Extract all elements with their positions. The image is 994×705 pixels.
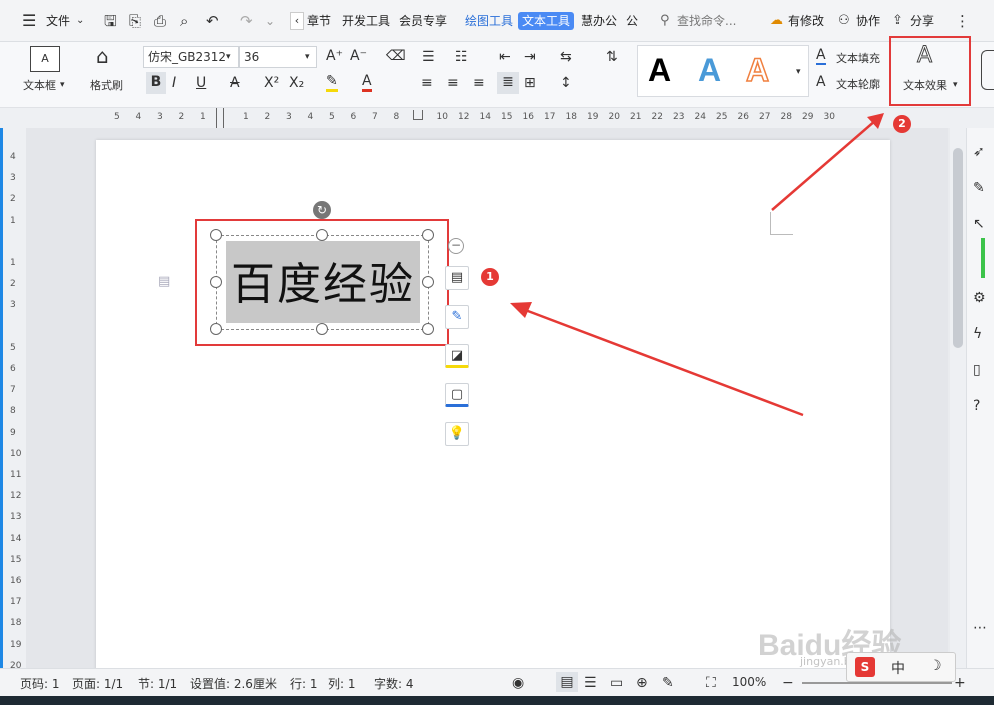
read-view-icon[interactable]: ▭ [610, 673, 623, 693]
arrow-1-line [519, 306, 804, 417]
outline-view-icon[interactable]: ☰ [584, 673, 597, 693]
taskbar-strip [0, 696, 994, 705]
sidebar-green-bar [981, 238, 985, 278]
eye-protection-icon[interactable]: ◉ [512, 673, 524, 693]
status-bar: 页码: 1 页面: 1/1 节: 1/1 设置值: 2.6厘米 行: 1 列: … [0, 668, 994, 696]
ime-logo-icon[interactable]: S [855, 657, 875, 677]
status-section: 节: 1/1 [138, 677, 178, 691]
status-word-count[interactable]: 字数: 4 [374, 675, 414, 692]
scrollbar-thumb[interactable] [953, 148, 963, 348]
sidebar-cursor-icon[interactable]: ↖ [973, 214, 985, 234]
ime-moon-icon[interactable]: ☽ [929, 658, 942, 674]
sidebar-lightning-icon[interactable]: ϟ [973, 324, 982, 344]
annotation-badge-2: 2 [893, 115, 911, 133]
sidebar-book-icon[interactable]: ▯ [973, 360, 981, 380]
status-col: 列: 1 [328, 677, 356, 691]
zoom-level[interactable]: 100% [732, 675, 766, 689]
sidebar-pen-icon[interactable]: ✎ [973, 178, 985, 198]
fit-page-icon[interactable]: ⛶ [706, 673, 716, 693]
left-edge-bar [0, 128, 3, 668]
zoom-slider[interactable] [802, 682, 952, 684]
write-view-icon[interactable]: ✎ [662, 673, 674, 693]
sidebar-more-icon[interactable]: ⋯ [973, 618, 987, 638]
page-view-icon[interactable]: ▤ [556, 672, 578, 692]
status-pages[interactable]: 页面: 1/1 [72, 675, 123, 692]
arrow-2-line [771, 119, 877, 211]
annotation-arrows [510, 113, 884, 417]
right-sidebar: ➶ ✎ ↖ ⚙ ϟ ▯ ? ⋯ [966, 128, 994, 668]
sidebar-tools-icon[interactable]: ⚙ [973, 288, 986, 308]
annotation-badge-1: 1 [481, 268, 499, 286]
status-row: 行: 1 [290, 677, 318, 691]
vertical-scrollbar[interactable] [950, 128, 966, 668]
sidebar-rocket-icon[interactable]: ➶ [973, 142, 985, 162]
zoom-out-icon[interactable]: − [782, 673, 794, 693]
ime-toolbar: S 中 ☽ [846, 652, 956, 682]
sidebar-help-icon[interactable]: ? [973, 396, 980, 416]
status-setting: 设置值: 2.6厘米 [190, 677, 277, 691]
ime-mode-toggle[interactable]: 中 [891, 658, 905, 678]
status-page-code: 页码: 1 [20, 677, 60, 691]
web-view-icon[interactable]: ⊕ [636, 673, 648, 693]
